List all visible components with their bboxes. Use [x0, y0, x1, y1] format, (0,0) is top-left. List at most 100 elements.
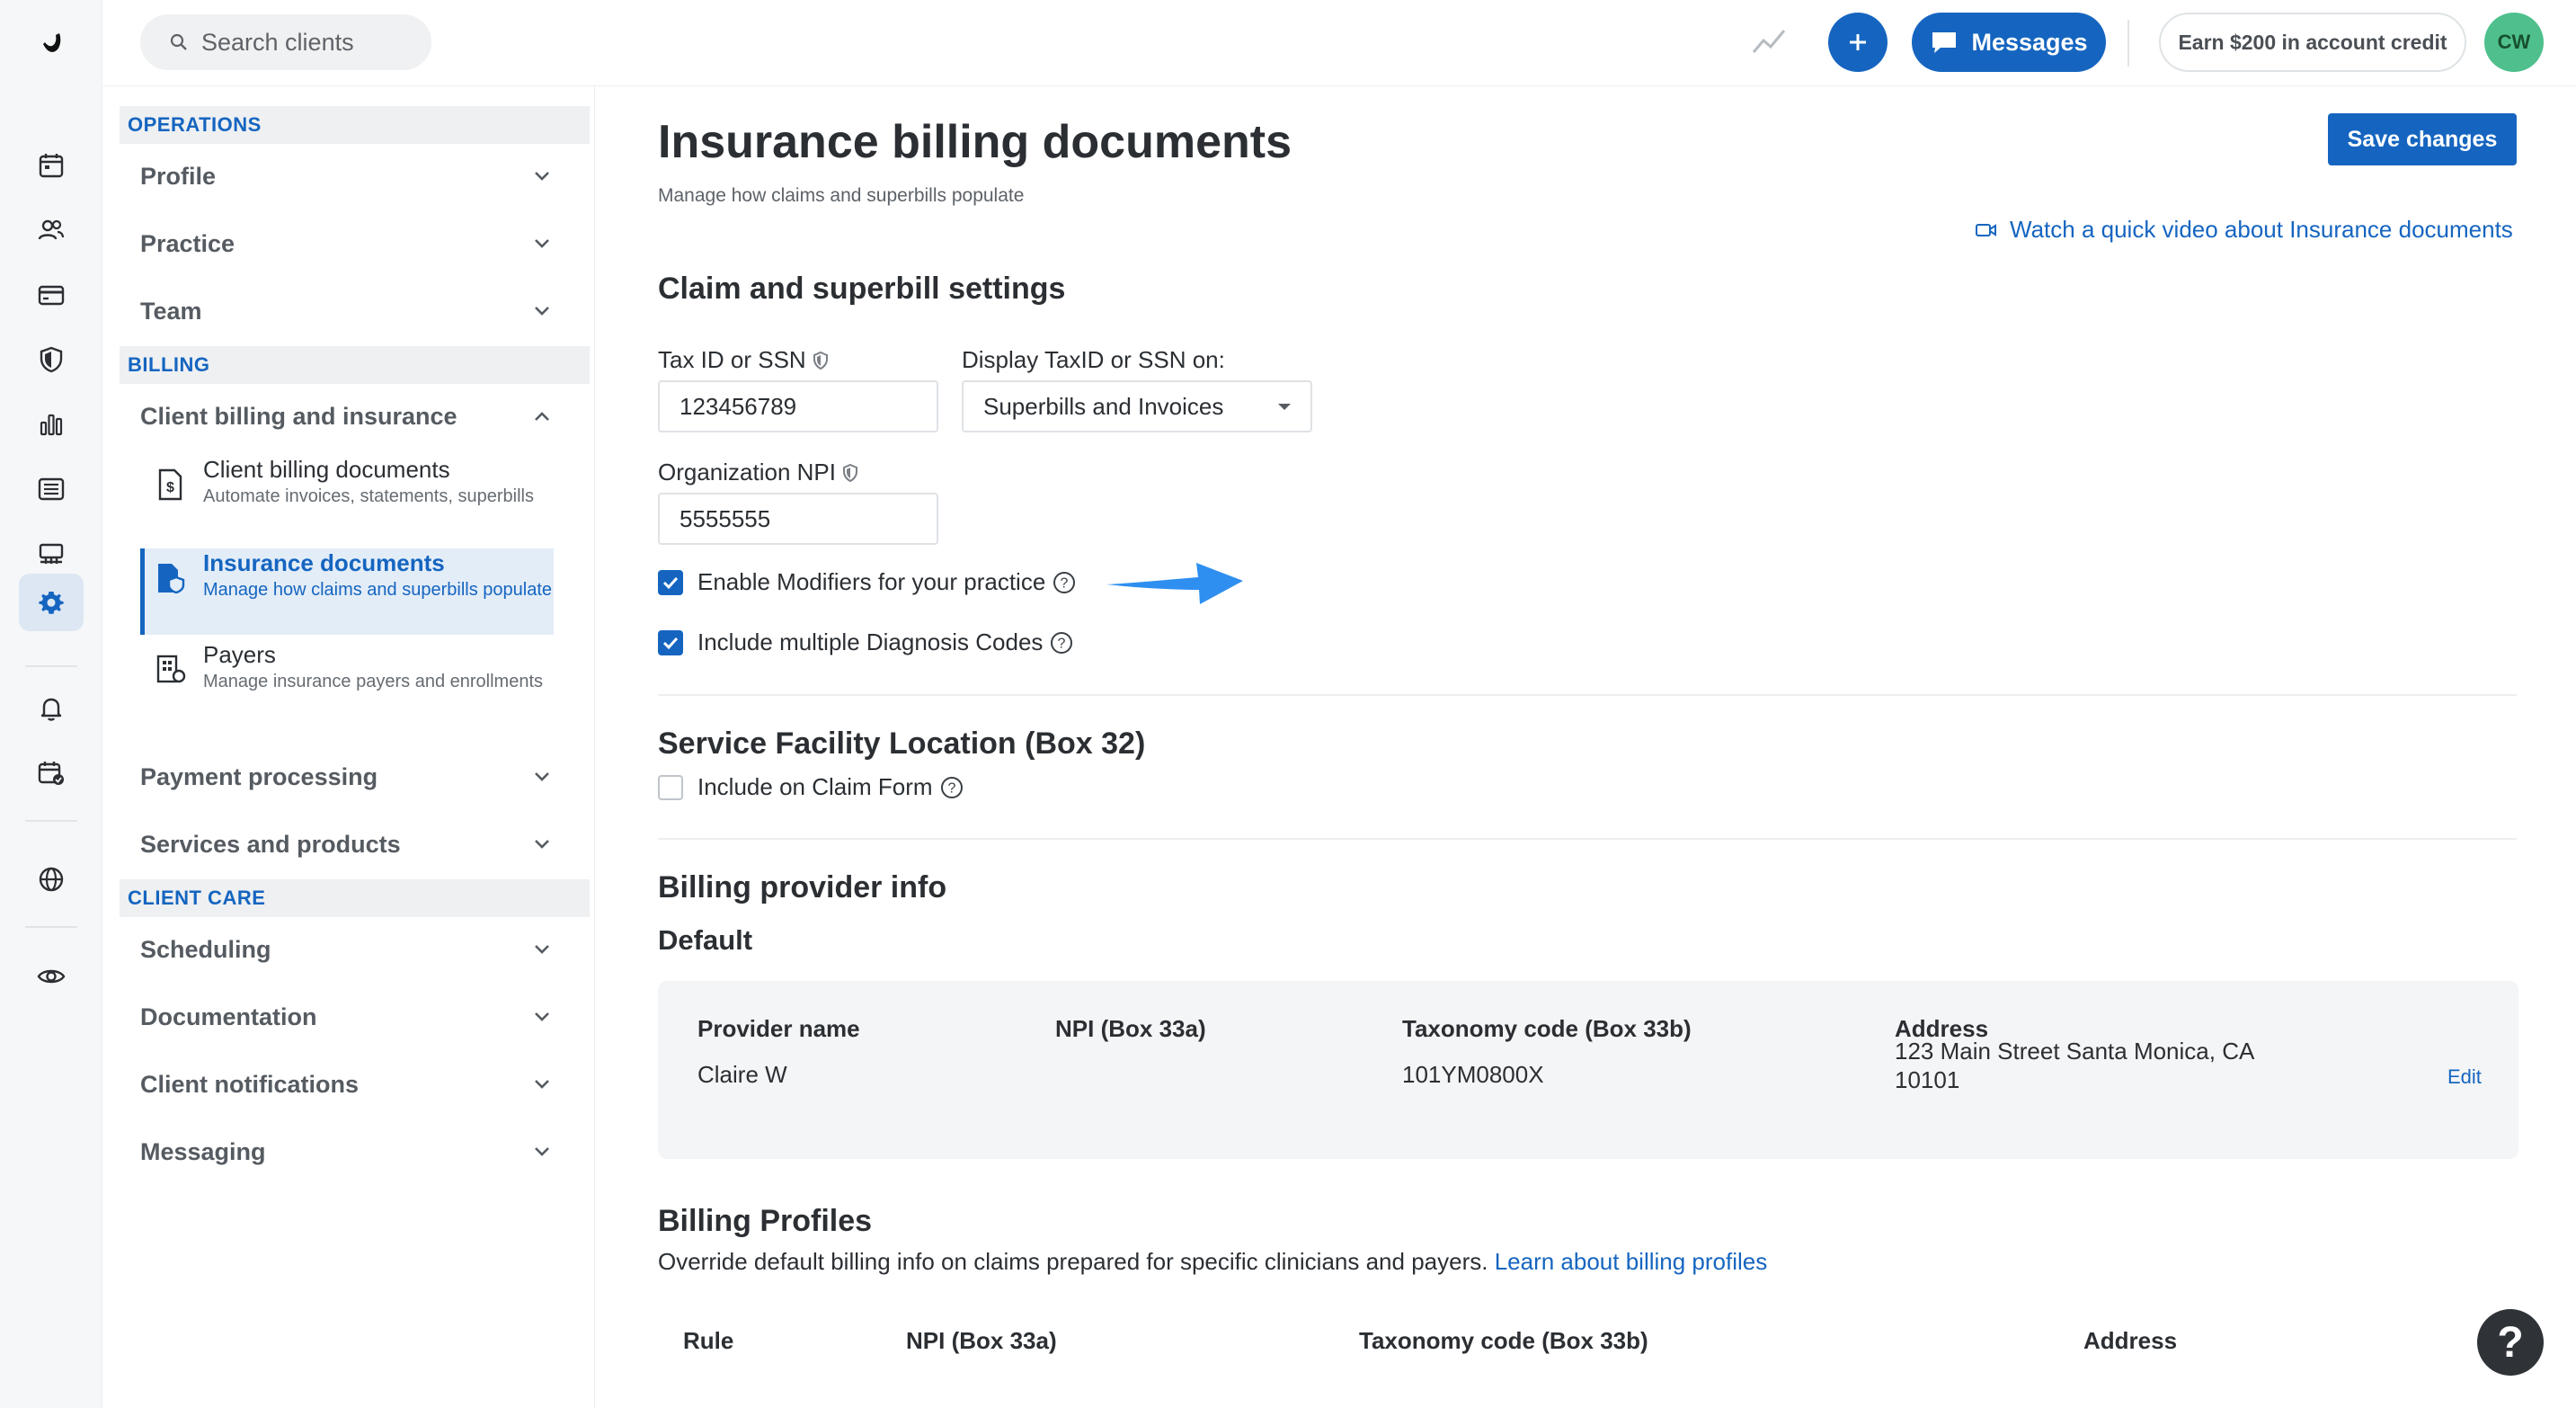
- help-circle-icon[interactable]: ?: [1050, 631, 1073, 655]
- search-input[interactable]: [201, 28, 417, 57]
- sidebar-item-profile[interactable]: Profile: [140, 150, 554, 202]
- help-circle-icon[interactable]: ?: [1053, 571, 1076, 594]
- subitem-title: Client billing documents: [203, 456, 450, 483]
- sidebar-item-label: Messaging: [140, 1137, 266, 1165]
- video-link-label: Watch a quick video about Insurance docu…: [2010, 216, 2513, 243]
- chevron-down-icon: [530, 1073, 554, 1096]
- enable-modifiers-checkbox[interactable]: [658, 569, 683, 595]
- provider-edit-link[interactable]: Edit: [2447, 1065, 2482, 1089]
- svg-text:?: ?: [1058, 636, 1066, 651]
- checkmark-icon: [662, 637, 679, 649]
- arrow-annotation: [1103, 554, 1247, 611]
- calendar-check-icon[interactable]: [19, 744, 84, 802]
- sidebar-item-label: Practice: [140, 229, 235, 257]
- search-box[interactable]: [140, 14, 431, 70]
- page-title: Insurance billing documents: [658, 116, 1292, 168]
- claim-settings-title: Claim and superbill settings: [658, 272, 1066, 306]
- sidebar-item-label: Team: [140, 297, 202, 325]
- display-taxid-value: Superbills and Invoices: [983, 392, 1224, 420]
- chevron-down-icon: [530, 1005, 554, 1029]
- add-button[interactable]: [1828, 13, 1888, 72]
- chevron-up-icon: [530, 405, 554, 428]
- earn-credit-button[interactable]: Earn $200 in account credit: [2159, 13, 2466, 72]
- info-shield-icon[interactable]: [841, 463, 859, 483]
- billing-card-icon[interactable]: [19, 266, 84, 324]
- sidebar-item-client-billing-insurance[interactable]: Client billing and insurance: [140, 390, 554, 442]
- subitem-description: Manage insurance payers and enrollments: [203, 672, 543, 691]
- billing-provider-default-label: Default: [658, 924, 753, 956]
- messages-button[interactable]: Messages: [1912, 13, 2106, 72]
- calendar-icon[interactable]: [19, 137, 84, 194]
- video-icon: [1976, 223, 1996, 236]
- section-header-operations: OPERATIONS: [120, 106, 590, 144]
- eye-icon[interactable]: [19, 948, 84, 1005]
- section-header-billing: BILLING: [120, 346, 590, 384]
- subitem-description: Automate invoices, statements, superbill…: [203, 486, 534, 506]
- chevron-down-icon: [530, 765, 554, 789]
- search-icon: [170, 33, 187, 50]
- billing-provider-title: Billing provider info: [658, 870, 947, 905]
- enable-modifiers-row[interactable]: Enable Modifiers for your practice ?: [658, 568, 1076, 596]
- payers-icon: [155, 653, 187, 685]
- multiple-dx-row[interactable]: Include multiple Diagnosis Codes ?: [658, 628, 1073, 656]
- globe-icon[interactable]: [19, 851, 84, 908]
- video-link[interactable]: Watch a quick video about Insurance docu…: [1976, 216, 2513, 244]
- profiles-taxonomy-header: Taxonomy code (Box 33b): [1359, 1327, 1648, 1354]
- subitem-title: Payers: [203, 641, 276, 668]
- multiple-dx-checkbox[interactable]: [658, 629, 683, 655]
- provider-taxonomy-header: Taxonomy code (Box 33b): [1402, 1015, 1692, 1042]
- npi-label-text: Organization NPI: [658, 459, 836, 486]
- section-divider: [658, 694, 2517, 696]
- sidebar-item-team[interactable]: Team: [140, 285, 554, 337]
- billing-profiles-learn-link[interactable]: Learn about billing profiles: [1495, 1248, 1768, 1275]
- section-divider: [658, 838, 2517, 840]
- sidebar-item-documentation[interactable]: Documentation: [140, 991, 554, 1043]
- help-circle-icon[interactable]: ?: [940, 776, 964, 799]
- page-subtitle: Manage how claims and superbills populat…: [658, 185, 1025, 206]
- sidebar-item-client-notifications[interactable]: Client notifications: [140, 1058, 554, 1110]
- tax-id-input[interactable]: [658, 380, 938, 432]
- sidebar-subitem-insurance-documents[interactable]: Insurance documents Manage how claims an…: [140, 548, 554, 635]
- logo-icon[interactable]: [19, 16, 84, 74]
- analytics-icon[interactable]: [19, 396, 84, 453]
- provider-address-line1: 123 Main Street Santa Monica, CA: [1895, 1038, 2255, 1065]
- provider-card: Provider name NPI (Box 33a) Taxonomy cod…: [658, 981, 2518, 1159]
- help-button[interactable]: ?: [2477, 1309, 2544, 1376]
- include-claim-form-checkbox[interactable]: [658, 774, 683, 800]
- sidebar-subitem-payers[interactable]: Payers Manage insurance payers and enrol…: [140, 640, 554, 726]
- bell-icon[interactable]: [19, 680, 84, 737]
- sidebar-item-label: Client billing and insurance: [140, 402, 457, 430]
- insurance-doc-icon: [155, 561, 187, 595]
- chat-icon: [1932, 32, 1957, 53]
- provider-address-value: 123 Main Street Santa Monica, CA 10101: [1895, 1037, 2254, 1094]
- npi-label: Organization NPI: [658, 459, 859, 486]
- avatar[interactable]: CW: [2484, 13, 2544, 72]
- insurance-shield-icon[interactable]: [19, 331, 84, 388]
- list-icon[interactable]: [19, 460, 84, 518]
- app-rail: [0, 0, 102, 1408]
- sidebar-item-scheduling[interactable]: Scheduling: [140, 923, 554, 976]
- sidebar-item-services-products[interactable]: Services and products: [140, 818, 554, 870]
- npi-input[interactable]: [658, 493, 938, 545]
- billing-profiles-title: Billing Profiles: [658, 1204, 873, 1238]
- profiles-address-header: Address: [2083, 1327, 2178, 1354]
- include-claim-form-row[interactable]: Include on Claim Form ?: [658, 773, 964, 801]
- sidebar-subitem-client-billing-documents[interactable]: $ Client billing documents Automate invo…: [140, 455, 554, 543]
- provider-name-header: Provider name: [697, 1015, 860, 1042]
- display-taxid-select[interactable]: Superbills and Invoices: [962, 380, 1312, 432]
- dropdown-caret-icon: [1278, 404, 1291, 410]
- sidebar-item-payment-processing[interactable]: Payment processing: [140, 751, 554, 803]
- info-shield-icon[interactable]: [812, 351, 830, 370]
- svg-text:$: $: [166, 480, 174, 495]
- profiles-npi-header: NPI (Box 33a): [906, 1327, 1057, 1354]
- save-button[interactable]: Save changes: [2328, 113, 2517, 165]
- settings-gear-icon[interactable]: [19, 574, 84, 631]
- sidebar-item-practice[interactable]: Practice: [140, 218, 554, 270]
- sidebar-item-label: Services and products: [140, 830, 401, 858]
- chevron-down-icon: [530, 833, 554, 856]
- sidebar-item-messaging[interactable]: Messaging: [140, 1126, 554, 1178]
- include-claim-form-label: Include on Claim Form: [697, 773, 933, 800]
- clients-icon[interactable]: [19, 201, 84, 259]
- trend-icon[interactable]: [1751, 25, 1787, 58]
- profiles-rule-header: Rule: [683, 1327, 734, 1354]
